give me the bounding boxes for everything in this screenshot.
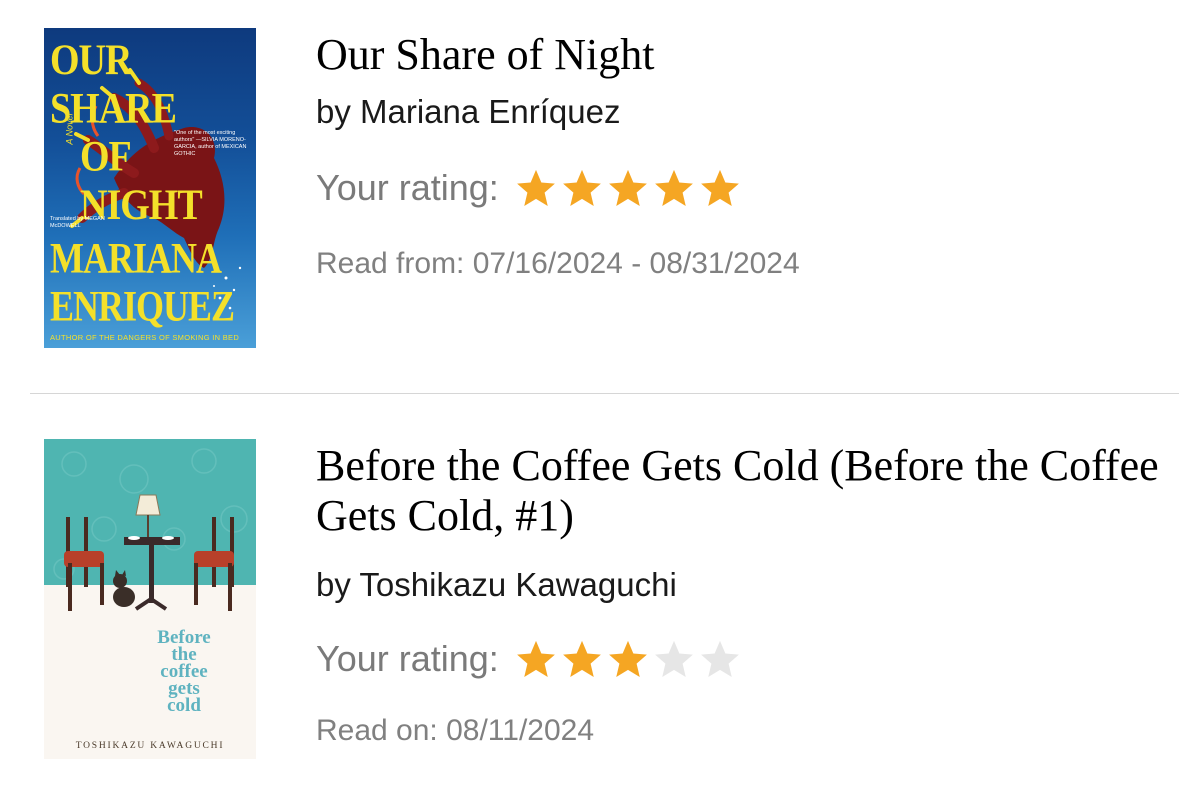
cover-translator: Translated by MEGAN McDOWELL <box>50 216 105 229</box>
book-title[interactable]: Our Share of Night <box>316 30 1159 80</box>
rating-row: Your rating: <box>316 167 1159 209</box>
star-filled-icon[interactable] <box>605 167 651 209</box>
read-date: Read from: 07/16/2024 - 08/31/2024 <box>316 247 800 280</box>
book-info: Before the Coffee Gets Cold (Before the … <box>316 441 1159 749</box>
cover-novel-label: A Novel <box>64 113 75 145</box>
read-date: Read on: 08/11/2024 <box>316 714 595 747</box>
star-filled-icon[interactable] <box>651 167 697 209</box>
star-filled-icon[interactable] <box>513 638 559 680</box>
rating-row: Your rating: <box>316 638 1159 680</box>
star-rating[interactable] <box>513 638 743 680</box>
book-cover[interactable]: OUR SHARE OF NIGHT A Novel "One of the m… <box>44 28 256 348</box>
book-cover[interactable]: Before the coffee gets cold TOSHIKAZU KA… <box>44 439 256 759</box>
cover-author: MARIANA ENRIQUEZ <box>50 234 235 330</box>
book-info: Our Share of Night by Mariana Enríquez Y… <box>316 30 1159 282</box>
cover-tagline: AUTHOR OF THE DANGERS OF SMOKING IN BED <box>50 333 240 342</box>
book-author[interactable]: by Mariana Enríquez <box>316 92 1159 132</box>
star-empty-icon[interactable] <box>651 638 697 680</box>
book-row[interactable]: OUR SHARE OF NIGHT A Novel "One of the m… <box>0 0 1179 394</box>
star-filled-icon[interactable] <box>513 167 559 209</box>
cover-title: Before the coffee gets cold <box>157 627 211 716</box>
cover-quote: "One of the most exciting authors" —SILV… <box>174 130 247 157</box>
rating-label: Your rating: <box>316 167 499 208</box>
book-author[interactable]: by Toshikazu Kawaguchi <box>316 565 1159 605</box>
star-empty-icon[interactable] <box>697 638 743 680</box>
book-row[interactable]: Before the coffee gets cold TOSHIKAZU KA… <box>0 395 1179 786</box>
row-divider <box>30 393 1179 394</box>
star-filled-icon[interactable] <box>559 638 605 680</box>
star-rating[interactable] <box>513 167 743 209</box>
book-title[interactable]: Before the Coffee Gets Cold (Before the … <box>316 441 1159 541</box>
cover-author: TOSHIKAZU KAWAGUCHI <box>75 741 225 751</box>
star-filled-icon[interactable] <box>559 167 605 209</box>
star-filled-icon[interactable] <box>605 638 651 680</box>
star-filled-icon[interactable] <box>697 167 743 209</box>
rating-label: Your rating: <box>316 638 499 679</box>
